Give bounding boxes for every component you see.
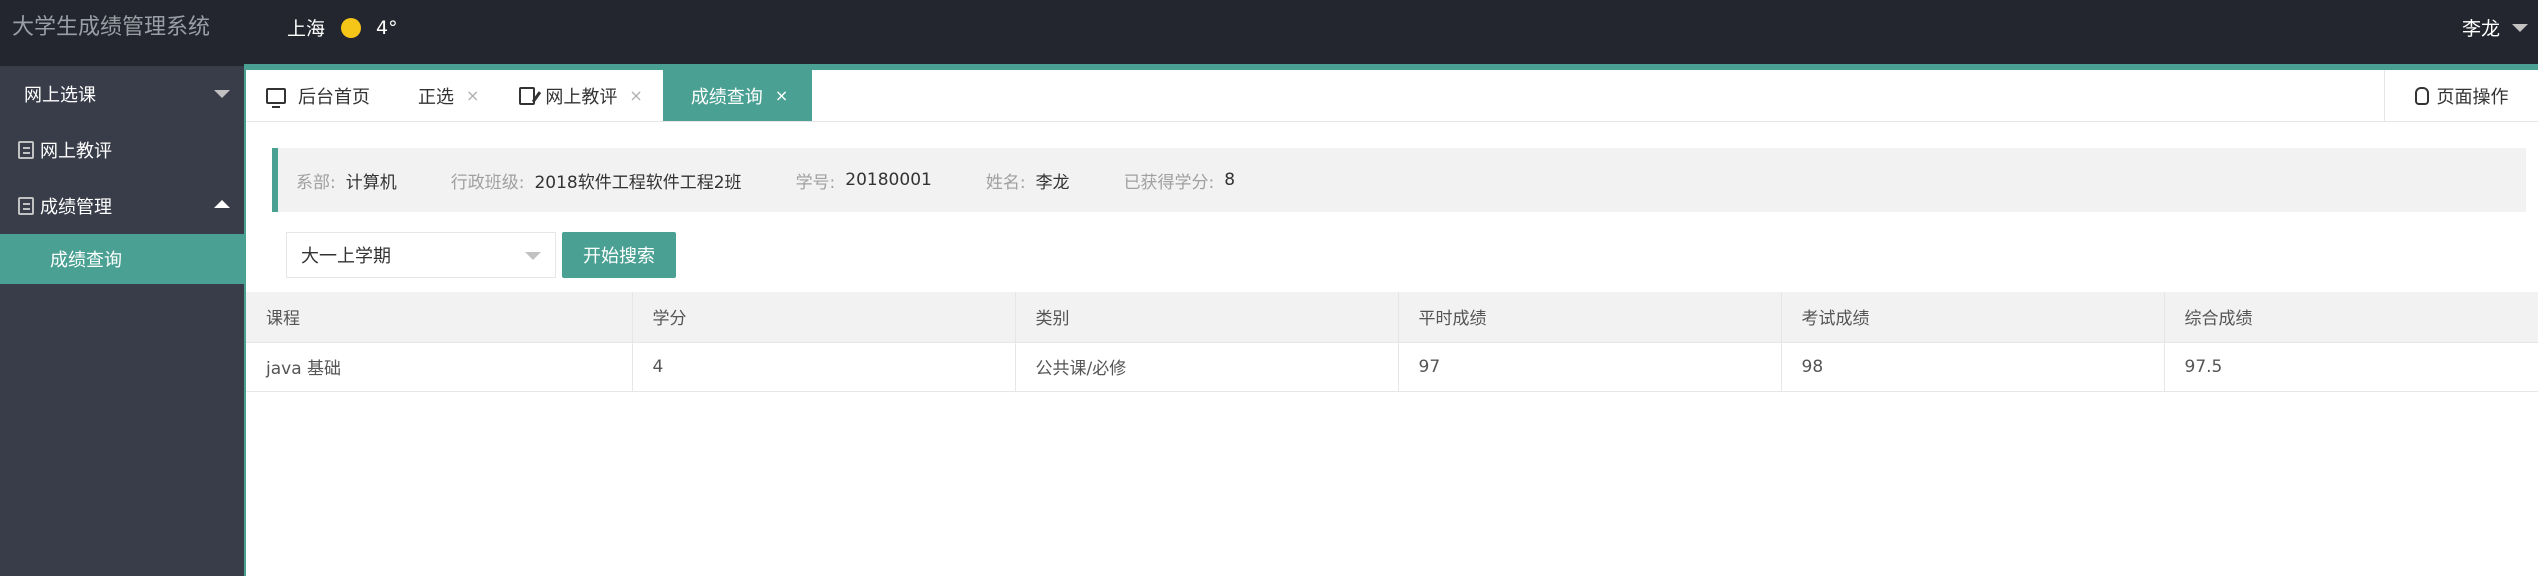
sidebar-item-grade-query[interactable]: 成绩查询: [0, 234, 244, 284]
tab-label: 后台首页: [298, 86, 370, 108]
tab-grade-query[interactable]: 成绩查询 ×: [662, 70, 813, 121]
tab-home[interactable]: 后台首页: [246, 70, 390, 121]
info-name: 姓名: 李龙: [986, 168, 1070, 193]
top-header: 大学生成绩管理系统 上海 4° 李龙: [0, 0, 2538, 66]
department-value: 计算机: [345, 172, 397, 193]
column-header-category[interactable]: 类别: [1015, 292, 1399, 343]
credits-label: 已获得学分:: [1123, 172, 1215, 193]
tab-label: 成绩查询: [690, 86, 763, 108]
close-icon[interactable]: ×: [775, 86, 788, 105]
sidebar-item-teaching-evaluation[interactable]: 网上教评: [0, 122, 244, 178]
main-content: 后台首页 正选 × 网上教评 × 成绩查询 × 页面操作 系部: 计算机 行政班…: [244, 70, 2538, 576]
edit-document-icon: [18, 141, 34, 159]
table-row[interactable]: java 基础 4 公共课/必修 97 98 97.5: [246, 342, 2538, 392]
clipboard-icon: [18, 197, 34, 215]
column-header-course[interactable]: 课程: [246, 292, 633, 343]
weather-city: 上海: [287, 18, 326, 40]
column-header-credit[interactable]: 学分: [632, 292, 1016, 343]
user-name: 李龙: [2461, 18, 2500, 40]
monitor-icon: [266, 87, 286, 108]
tab-teaching-evaluation[interactable]: 网上教评 ×: [499, 70, 662, 121]
department-label: 系部:: [296, 172, 336, 193]
name-value: 李龙: [1035, 172, 1070, 193]
chevron-up-icon: [214, 200, 230, 208]
cell-total-score: 97.5: [2164, 342, 2538, 392]
credits-value: 8: [1224, 170, 1236, 190]
sidebar: 网上选课 网上教评 成绩管理 成绩查询: [0, 66, 244, 576]
info-class: 行政班级: 2018软件工程软件工程2班: [451, 168, 742, 193]
app-title: 大学生成绩管理系统: [12, 15, 211, 40]
info-department: 系部: 计算机: [296, 168, 397, 193]
tab-bar: 后台首页 正选 × 网上教评 × 成绩查询 × 页面操作: [246, 70, 2538, 122]
column-header-total-score[interactable]: 综合成绩: [2164, 292, 2538, 343]
weather-temperature: 4°: [376, 16, 398, 39]
sidebar-item-label: 网上教评: [40, 141, 112, 162]
search-button[interactable]: 开始搜索: [562, 232, 676, 278]
student-info-bar: 系部: 计算机 行政班级: 2018软件工程软件工程2班 学号: 2018000…: [272, 148, 2526, 212]
sidebar-item-label: 成绩管理: [40, 197, 112, 218]
class-value: 2018软件工程软件工程2班: [534, 172, 742, 193]
weather-widget: 上海 4°: [287, 0, 398, 55]
sidebar-item-grade-management[interactable]: 成绩管理: [0, 178, 244, 234]
cell-course: java 基础: [246, 342, 633, 392]
page-operations-label: 页面操作: [2436, 87, 2509, 108]
chevron-down-icon: [214, 90, 230, 98]
semester-selected-value: 大一上学期: [301, 246, 391, 267]
info-student-id: 学号: 20180001: [796, 168, 932, 193]
tab-course-selection[interactable]: 正选 ×: [390, 70, 499, 121]
close-icon[interactable]: ×: [466, 86, 479, 105]
semester-select[interactable]: 大一上学期: [286, 232, 556, 278]
student-id-value: 20180001: [845, 170, 932, 190]
student-id-label: 学号:: [795, 172, 836, 193]
page-operations-button[interactable]: 页面操作: [2384, 70, 2538, 122]
tab-label: 正选: [418, 86, 454, 108]
tab-label: 网上教评: [545, 86, 618, 108]
cell-category: 公共课/必修: [1015, 342, 1399, 392]
info-credits: 已获得学分: 8: [1124, 168, 1236, 193]
close-icon[interactable]: ×: [629, 86, 642, 105]
edit-document-icon: [519, 86, 536, 105]
cell-usual-score: 97: [1398, 342, 1782, 392]
sidebar-item-course-selection[interactable]: 网上选课: [0, 66, 244, 122]
sun-icon: [341, 17, 362, 38]
hand-pointer-icon: [2414, 87, 2429, 105]
cell-credit: 4: [632, 342, 1016, 392]
cell-exam-score: 98: [1781, 342, 2165, 392]
column-header-usual-score[interactable]: 平时成绩: [1398, 292, 1782, 343]
class-label: 行政班级:: [450, 172, 525, 193]
grades-table: 课程 学分 类别 平时成绩 考试成绩 综合成绩 java 基础 4 公共课/必修…: [246, 292, 2538, 392]
chevron-down-icon: [525, 252, 541, 260]
chevron-down-icon: [2512, 23, 2528, 32]
column-header-exam-score[interactable]: 考试成绩: [1781, 292, 2165, 343]
sidebar-item-label: 网上选课: [24, 85, 96, 106]
user-menu[interactable]: 李龙: [2462, 0, 2528, 55]
name-label: 姓名:: [985, 172, 1026, 193]
table-header-row: 课程 学分 类别 平时成绩 考试成绩 综合成绩: [246, 292, 2538, 343]
